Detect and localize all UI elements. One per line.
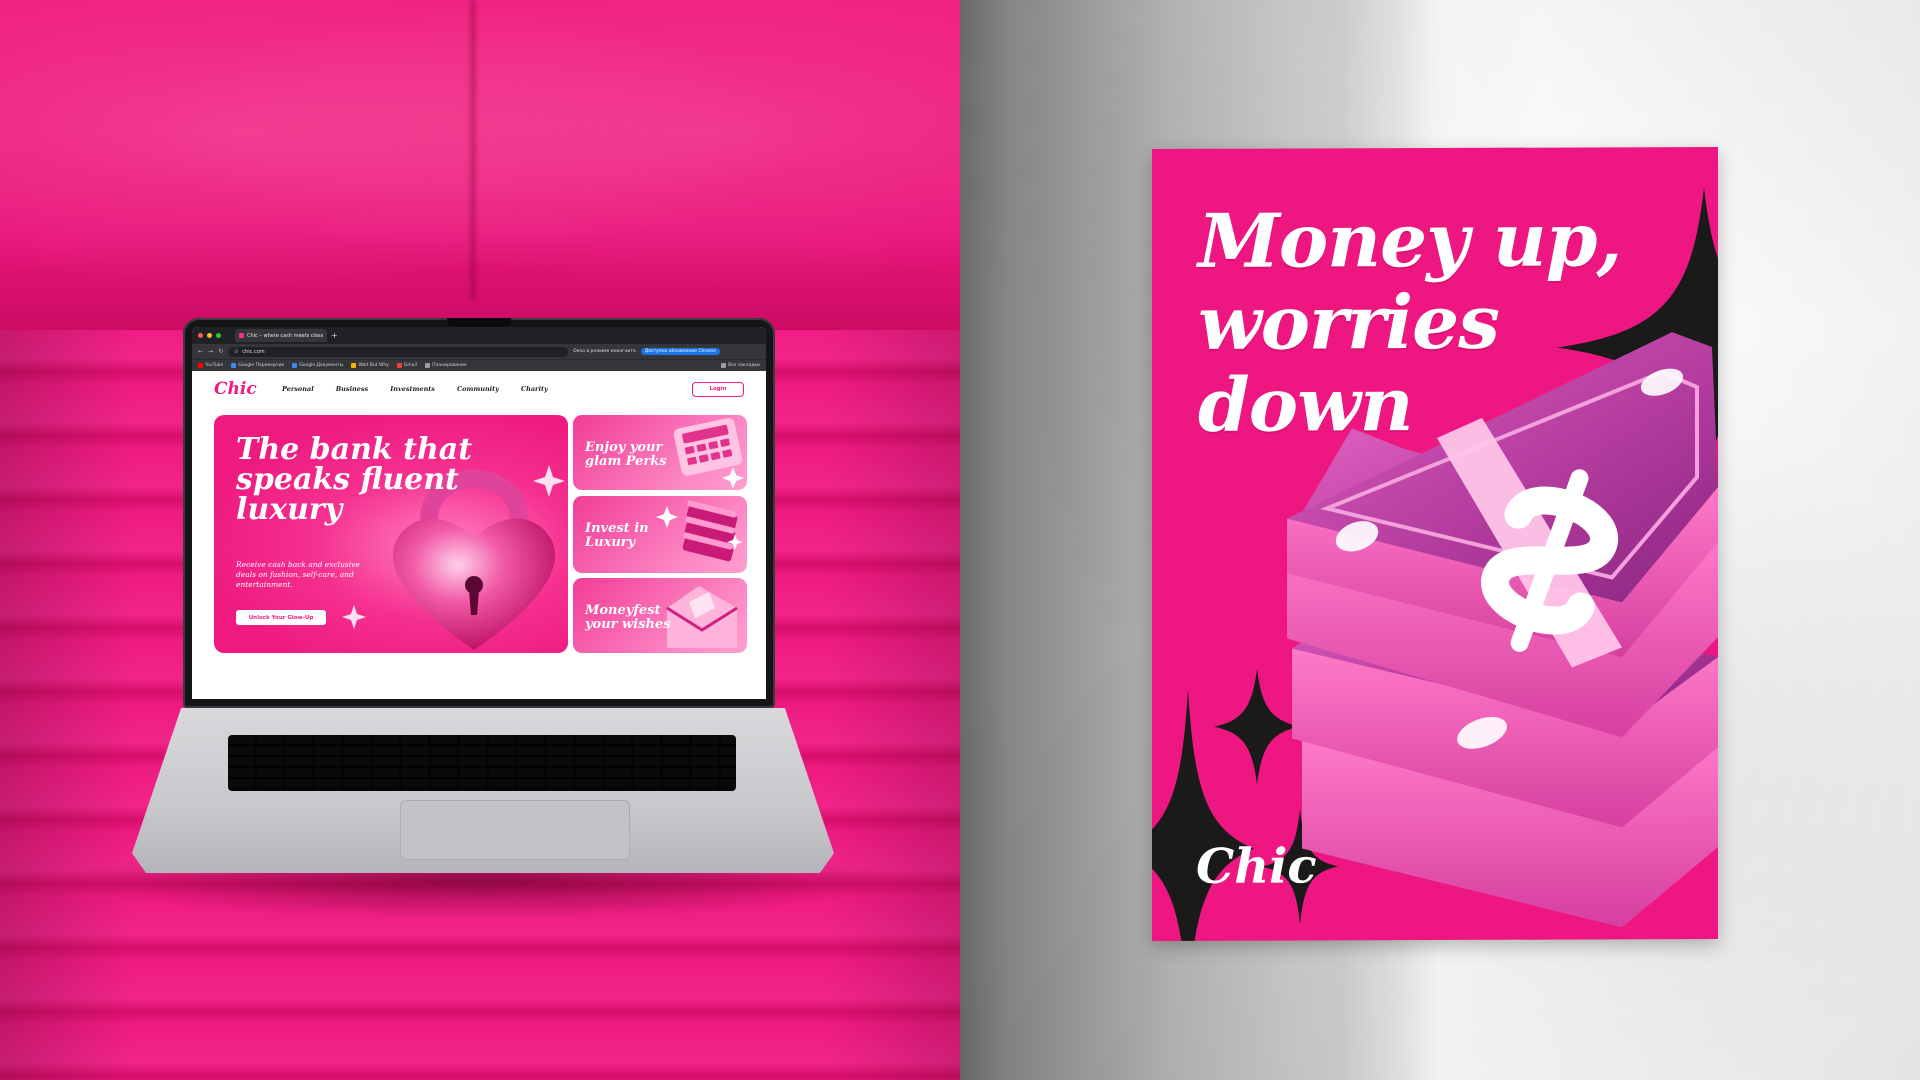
bookmark-wait-but-why[interactable]: Wait But Why <box>351 363 389 368</box>
nav-personal[interactable]: Personal <box>282 385 314 393</box>
chic-poster: Money up, worries down Chic <box>1152 147 1718 941</box>
laptop-keyboard <box>228 735 736 791</box>
nav-charity[interactable]: Charity <box>521 385 548 393</box>
browser-tab[interactable]: Chic – where cash meets class × <box>235 329 327 342</box>
browser-tab-bar: Chic – where cash meets class × + <box>192 327 766 344</box>
bookmark-planning[interactable]: Планирование <box>425 363 467 368</box>
bookmark-google-docs[interactable]: Google Документы <box>292 363 343 368</box>
incognito-indicator[interactable]: Окно в режиме инкогнито <box>573 349 636 354</box>
laptop-screen: Chic – where cash meets class × + ← → ↻ … <box>192 327 766 699</box>
couch-backrest <box>0 0 960 330</box>
chic-website: Chic Personal Business Investments Commu… <box>192 371 766 699</box>
poster-headline-line-3: down <box>1198 362 1413 449</box>
folder-icon <box>720 363 726 368</box>
hero-title: The bank that speaks fluent luxury <box>236 432 473 527</box>
update-chrome-button[interactable]: Доступно обновление Chrome <box>640 348 721 355</box>
nav-business[interactable]: Business <box>336 385 369 393</box>
maximize-window-icon[interactable] <box>216 333 221 338</box>
poster-headline-line-1: Money up, <box>1198 197 1622 285</box>
card-label-invest-luxury: Invest in Luxury <box>585 521 649 550</box>
youtube-icon <box>198 363 203 368</box>
bookmarks-bar: YouTube Google Переводчик Google Докумен… <box>192 359 766 371</box>
poster-brand-logo: Chic <box>1196 838 1317 895</box>
url-bar[interactable]: ⊙ chic.com <box>228 346 569 357</box>
all-bookmarks-button[interactable]: Все закладки <box>720 363 760 368</box>
bookmark-google-translate[interactable]: Google Переводчик <box>231 363 284 368</box>
site-info-icon[interactable]: ⊙ <box>234 349 238 355</box>
laptop-trackpad <box>400 800 630 860</box>
forward-arrow-icon[interactable]: → <box>208 348 213 355</box>
login-button[interactable]: Login <box>692 381 744 397</box>
laptop-lid: Chic – where cash meets class × + ← → ↻ … <box>183 318 775 708</box>
chic-logo[interactable]: Chic <box>214 379 282 399</box>
nav-investments[interactable]: Investments <box>390 385 435 393</box>
site-nav-links: Personal Business Investments Community … <box>282 385 548 393</box>
new-tab-button[interactable]: + <box>331 331 338 340</box>
close-window-icon[interactable] <box>198 333 203 338</box>
poster-headline: Money up, worries down <box>1198 197 1698 449</box>
poster-headline-line-2: worries <box>1198 279 1499 367</box>
gmail-icon <box>396 363 402 368</box>
tab-title: Chic – where cash meets class <box>247 332 324 339</box>
docs-icon <box>292 363 298 368</box>
close-tab-icon[interactable]: × <box>326 333 327 339</box>
nav-community[interactable]: Community <box>457 385 499 393</box>
card-invest-luxury[interactable]: Invest in Luxury <box>573 496 747 573</box>
site-header: Chic Personal Business Investments Commu… <box>192 371 766 407</box>
url-text: chic.com <box>242 348 265 355</box>
bookmark-folder-icon <box>351 363 357 368</box>
minimize-window-icon[interactable] <box>207 333 212 338</box>
card-glam-perks[interactable]: Enjoy your glam Perks <box>573 415 747 490</box>
bookmark-youtube[interactable]: YouTube <box>198 363 223 368</box>
back-arrow-icon[interactable]: ← <box>198 348 203 355</box>
address-toolbar: ← → ↻ ⊙ chic.com Окно в режиме инкогнито… <box>192 344 766 359</box>
hero-banner: The bank that speaks fluent luxury Recei… <box>214 415 568 653</box>
chic-favicon-icon <box>239 333 244 338</box>
couch-seam <box>470 0 476 300</box>
card-moneyfest-wishes[interactable]: Moneyfest your wishes <box>573 578 747 653</box>
translate-icon <box>231 363 237 368</box>
hero-description: Receive cash back and exclusive deals on… <box>236 560 360 589</box>
unlock-glow-up-button[interactable]: Unlock Your Glow-Up <box>236 610 326 625</box>
bookmark-gmail[interactable]: Gmail <box>396 363 417 368</box>
card-label-moneyfest-wishes: Moneyfest your wishes <box>585 603 671 632</box>
folder-icon <box>425 363 431 368</box>
camera-notch <box>447 318 511 327</box>
reload-icon[interactable]: ↻ <box>218 348 223 355</box>
card-label-glam-perks: Enjoy your glam Perks <box>585 440 667 469</box>
